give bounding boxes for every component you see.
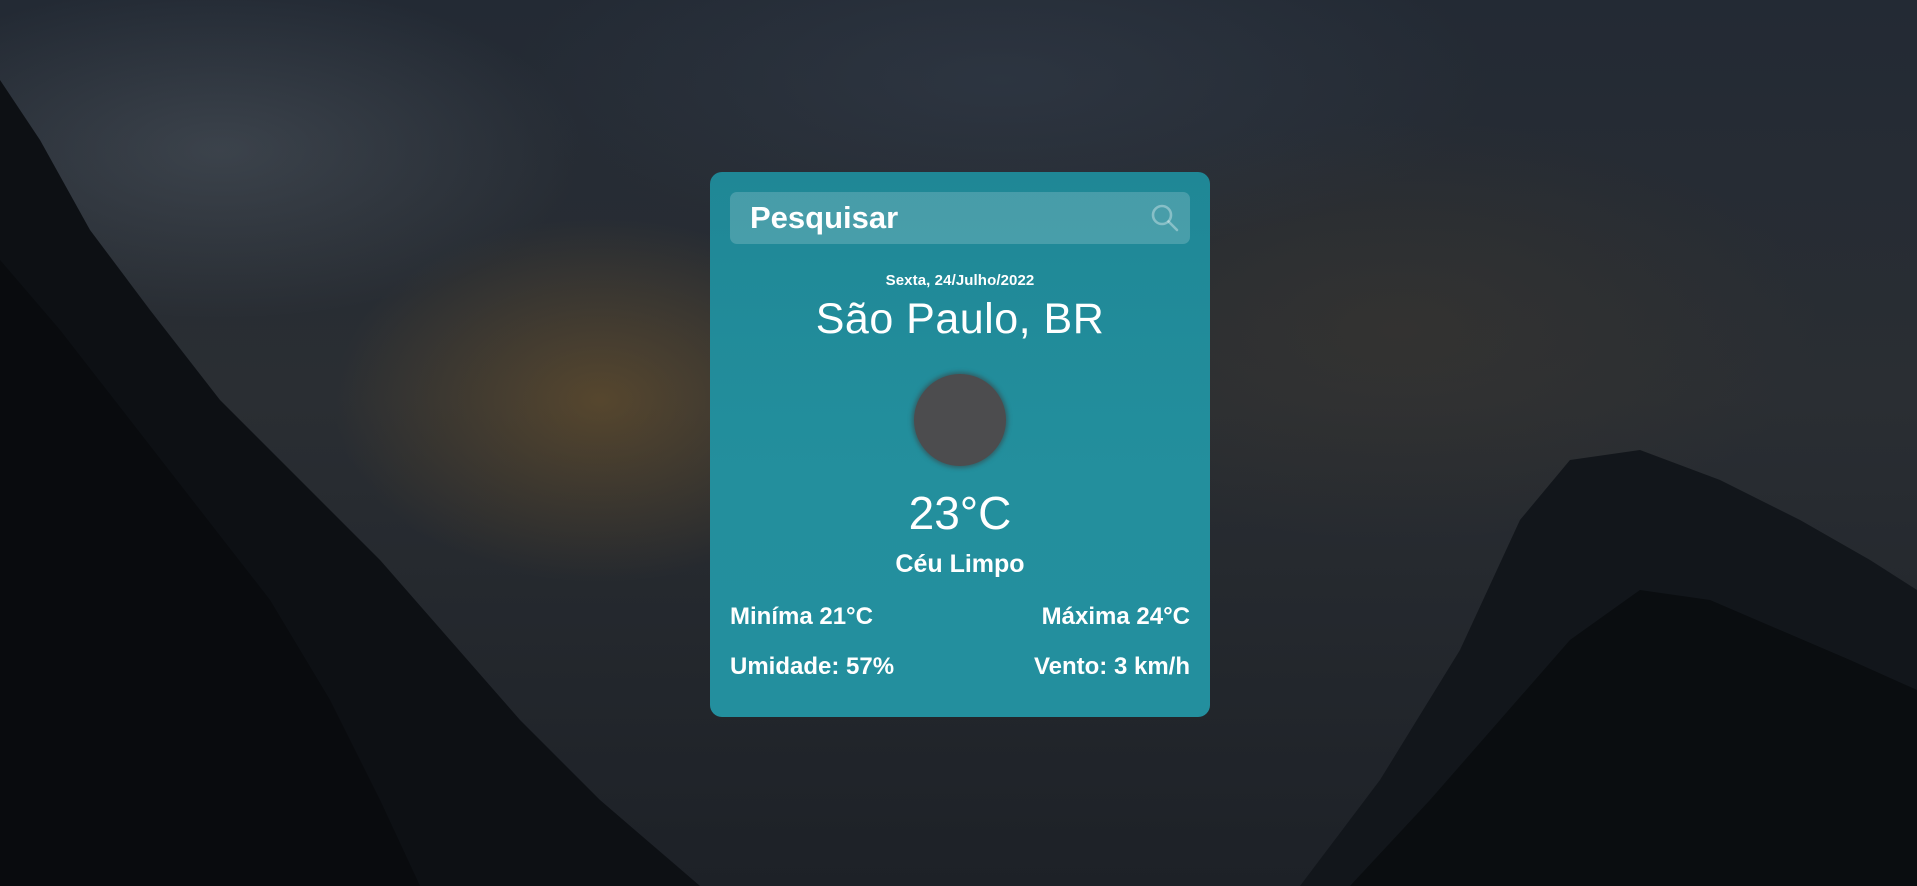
min-max-row: Miníma 21°C Máxima 24°C [730, 603, 1190, 631]
search-icon[interactable] [1150, 203, 1180, 233]
weather-condition-icon [914, 374, 1006, 466]
details-row: Umidade: 57% Vento: 3 km/h [730, 653, 1190, 681]
wind-speed: Vento: 3 km/h [1033, 653, 1190, 680]
city-name: São Paulo, BR [815, 295, 1105, 343]
weather-card: Sexta, 24/Julho/2022 São Paulo, BR 23°C … [710, 172, 1210, 717]
temperature: 23°C [908, 487, 1012, 539]
weather-condition: Céu Limpo [895, 550, 1025, 578]
weather-date: Sexta, 24/Julho/2022 [885, 272, 1035, 289]
search-bar [730, 192, 1190, 244]
weather-icon-container [730, 374, 1190, 466]
search-input[interactable] [730, 192, 1130, 244]
humidity: Umidade: 57% [730, 653, 895, 680]
min-temperature: Miníma 21°C [730, 603, 873, 630]
max-temperature: Máxima 24°C [1041, 603, 1190, 630]
